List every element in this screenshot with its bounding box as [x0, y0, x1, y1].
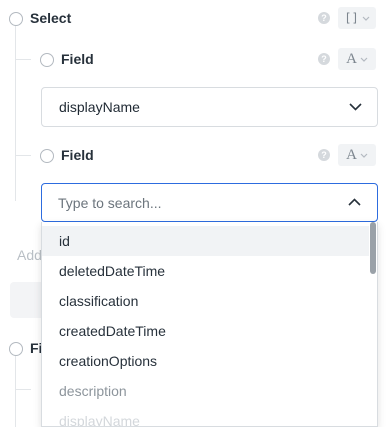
field-value-select[interactable]: displayName: [41, 87, 378, 127]
field-1-type-button[interactable]: A: [338, 48, 376, 70]
tree-line-select: [15, 26, 16, 201]
option-item[interactable]: classification: [42, 286, 371, 316]
select-help-icon[interactable]: ?: [318, 12, 330, 24]
field-2-help-icon[interactable]: ?: [318, 149, 330, 161]
chevron-down-icon: [362, 16, 370, 21]
array-type-icon: []: [344, 11, 359, 25]
option-item[interactable]: createdDateTime: [42, 316, 371, 346]
field-search-combobox[interactable]: [41, 183, 378, 222]
field-2-type-button[interactable]: A: [338, 144, 376, 166]
chevron-down-icon: [349, 103, 362, 111]
tree-branch-field-2: [15, 155, 31, 156]
option-item[interactable]: id: [42, 226, 371, 256]
add-field-link[interactable]: Add: [17, 247, 42, 263]
option-item[interactable]: creationOptions: [42, 346, 371, 376]
tree-branch-lower: [15, 389, 31, 390]
chevron-down-icon: [360, 57, 368, 62]
query-builder-panel: Select ? [] Field ? A displayName Field …: [0, 0, 389, 427]
search-input[interactable]: [58, 194, 318, 212]
select-radio[interactable]: [9, 12, 23, 26]
string-type-icon: A: [346, 146, 357, 163]
option-item[interactable]: deletedDateTime: [42, 256, 371, 286]
field-2-radio[interactable]: [40, 149, 54, 163]
option-item[interactable]: displayName: [42, 406, 371, 426]
tree-line-lower: [15, 356, 16, 427]
field-2-label: Field: [61, 147, 94, 163]
string-type-icon: A: [346, 50, 357, 67]
field-value-text: displayName: [59, 99, 140, 115]
tree-branch-field-1: [15, 59, 31, 60]
dropdown-scrollbar-thumb[interactable]: [370, 222, 376, 274]
chevron-down-icon: [360, 153, 368, 158]
field-1-help-icon[interactable]: ?: [318, 53, 330, 65]
option-item[interactable]: description: [42, 376, 371, 406]
select-type-button[interactable]: []: [338, 7, 376, 29]
select-label: Select: [30, 10, 72, 26]
chevron-up-icon[interactable]: [348, 198, 361, 206]
field-options-dropdown: id deletedDateTime classification create…: [41, 222, 378, 427]
lower-node-radio[interactable]: [9, 342, 23, 356]
field-1-label: Field: [61, 51, 94, 67]
field-1-radio[interactable]: [40, 53, 54, 67]
